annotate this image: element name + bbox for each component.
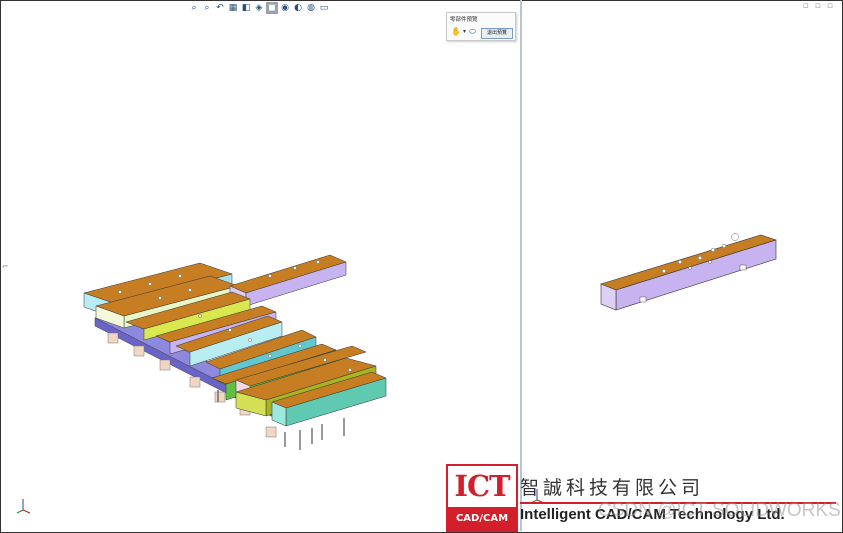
assembly-model-view[interactable] (60, 240, 390, 470)
ict-logo: ICT CAD/CAM (446, 464, 518, 532)
watermark-text: CSDN @ICT SOLIDWORKS (598, 500, 841, 521)
exit-preview-button[interactable]: 退出預覽 (481, 28, 513, 39)
edit-appearance-icon[interactable]: ◐ (292, 2, 304, 14)
restore-icon[interactable]: ▫ (815, 1, 821, 11)
logo-bottom-text: CAD/CAM (448, 507, 516, 530)
viewport-splitter[interactable] (520, 0, 522, 531)
minimize-icon[interactable]: ▫ (803, 1, 809, 11)
apply-scene-icon[interactable]: ◍ (305, 2, 317, 14)
axis-triad-left (16, 499, 31, 514)
zoom-area-icon[interactable]: ⌕ (201, 2, 213, 14)
maximize-icon[interactable]: ▫ (827, 1, 833, 11)
section-view-icon[interactable]: ▦ (227, 2, 239, 14)
hide-show-items-icon[interactable]: ◉ (279, 2, 291, 14)
view-settings-icon[interactable]: ▭ (318, 2, 330, 14)
viewport-window-controls: ▫ ▫ ▫ (803, 1, 833, 11)
part-preview-view[interactable] (595, 225, 780, 317)
display-style-icon[interactable]: ◼ (266, 2, 278, 14)
zoom-to-fit-icon[interactable]: ⌕ (188, 2, 200, 14)
view-icon[interactable]: ⬭ (468, 27, 477, 36)
component-preview-popup: 零部件預覽 ✋ ▾ ⬭ 退出預覽 (446, 12, 516, 41)
company-chinese-name: 智誠科技有限公司 (520, 477, 705, 499)
logo-top-text: ICT (454, 469, 510, 503)
popup-title: 零部件預覽 (450, 17, 478, 23)
heads-up-view-toolbar: ⌕ ⌕ ↶ ▦ ◧ ◈ ◼ ◉ ◐ ◍ ▭ (188, 1, 330, 15)
viewport-edge-marker: ⌐ (2, 262, 9, 271)
hand-icon[interactable]: ✋ (451, 27, 461, 36)
dynamic-annotation-icon[interactable]: ◧ (240, 2, 252, 14)
previous-view-icon[interactable]: ↶ (214, 2, 226, 14)
view-orientation-icon[interactable]: ◈ (253, 2, 265, 14)
